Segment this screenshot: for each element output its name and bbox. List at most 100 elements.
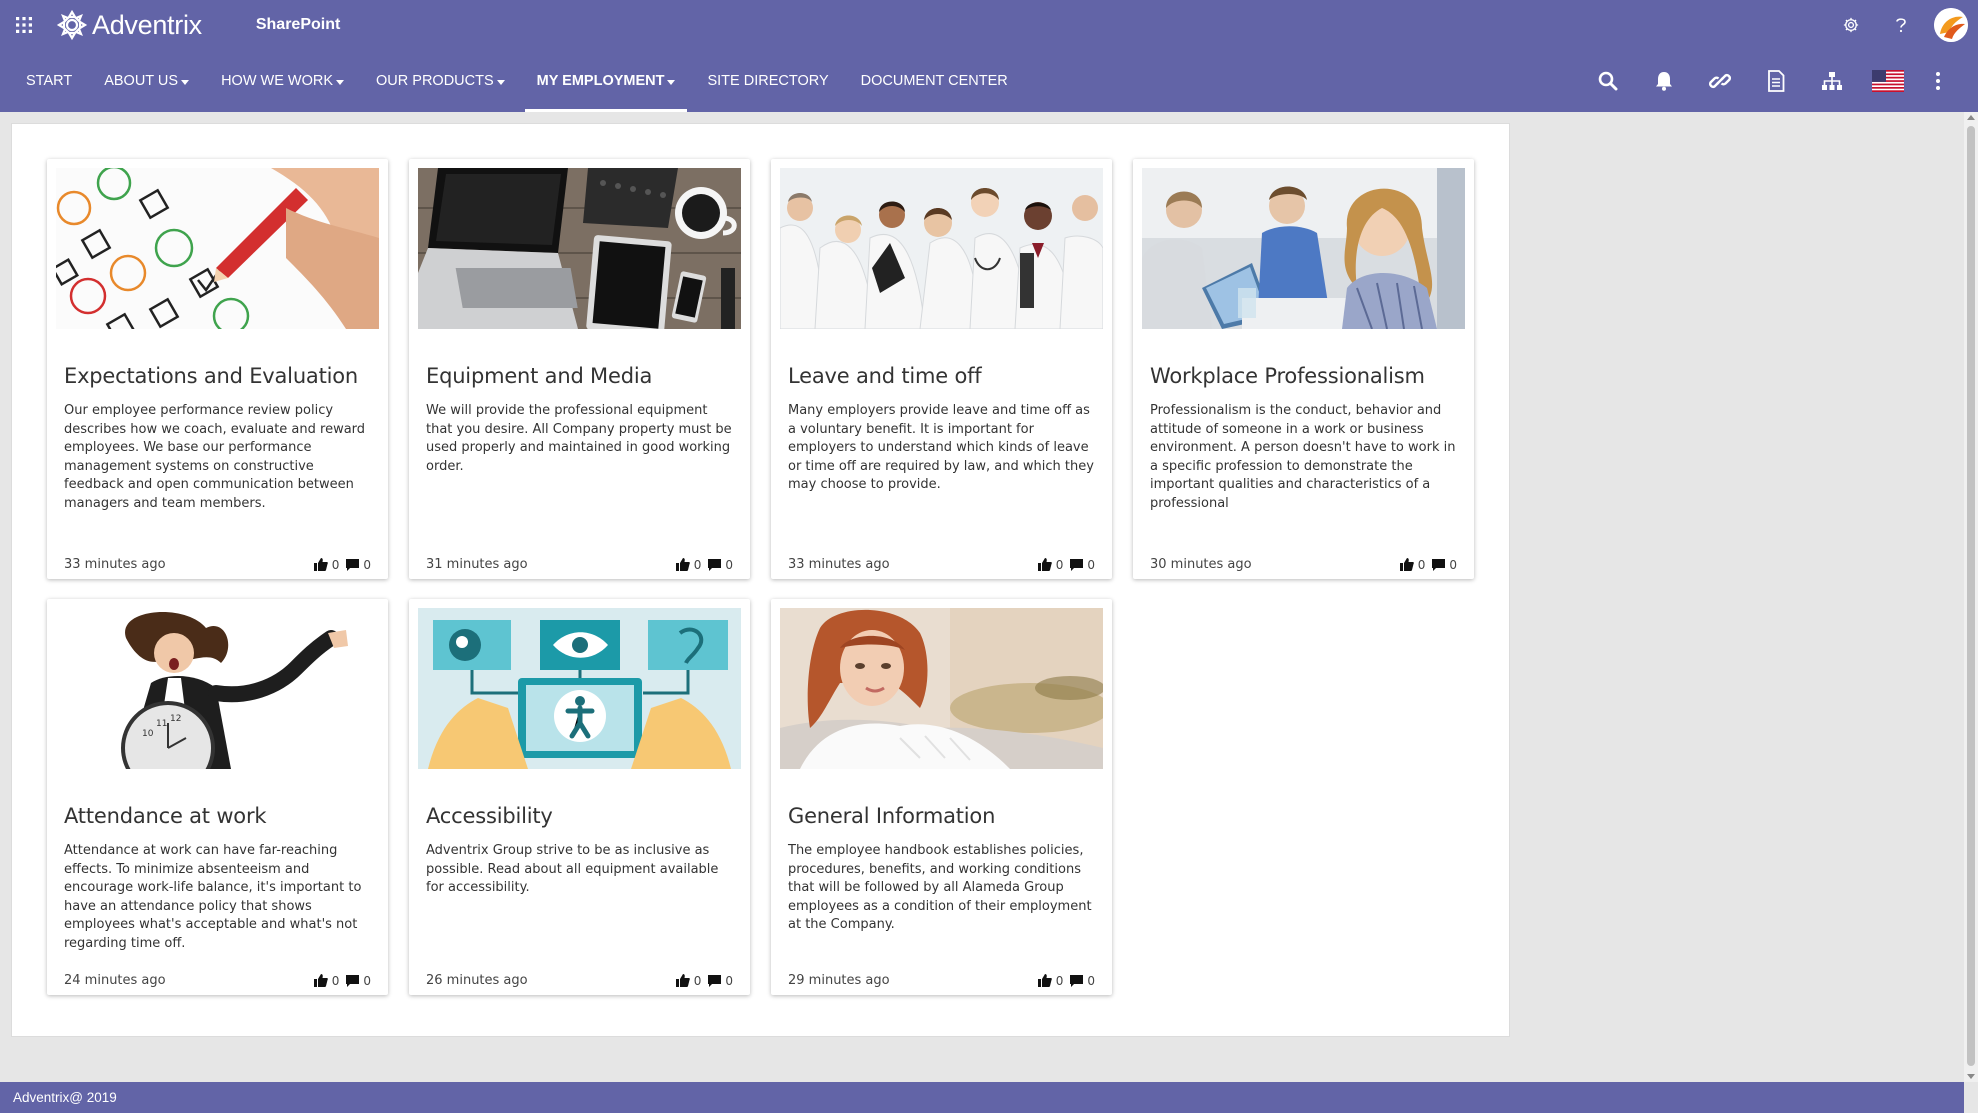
woman-portrait-image xyxy=(780,608,1103,769)
card-description: The employee handbook establishes polici… xyxy=(788,843,1092,933)
card-title[interactable]: Accessibility xyxy=(426,804,553,828)
card-stats: 0 0 xyxy=(1399,557,1457,572)
link-icon[interactable] xyxy=(1692,50,1748,112)
nav-item-label: OUR PRODUCTS xyxy=(376,73,494,89)
comment-count: 0 xyxy=(725,973,733,988)
medical-staff-group-image xyxy=(780,168,1103,329)
card-description: We will provide the professional equipme… xyxy=(426,403,732,474)
suite-title[interactable]: SharePoint xyxy=(256,16,340,34)
card-stats: 0 0 xyxy=(313,973,371,988)
like-icon[interactable] xyxy=(675,558,690,571)
page-footer: Adventrix@ 2019 xyxy=(0,1082,1964,1113)
nav-item-label: START xyxy=(26,73,73,89)
article-card[interactable]: General Information The employee handboo… xyxy=(771,599,1112,995)
comment-count: 0 xyxy=(1087,557,1095,572)
bell-icon[interactable] xyxy=(1636,50,1692,112)
article-card[interactable]: Accessibility Adventrix Group strive to … xyxy=(409,599,750,995)
card-title[interactable]: Leave and time off xyxy=(788,364,982,388)
card-stats: 0 0 xyxy=(1037,973,1095,988)
comment-icon[interactable] xyxy=(346,974,360,987)
card-description: Attendance at work can have far-reaching… xyxy=(64,843,362,951)
like-count: 0 xyxy=(331,973,340,988)
brand-logo-text: Adventrix xyxy=(92,9,202,40)
nav-item-our-products[interactable]: OUR PRODUCTS xyxy=(364,50,517,112)
card-title[interactable]: Attendance at work xyxy=(64,804,267,828)
card-footer: 24 minutes ago 0 0 xyxy=(64,973,371,988)
scrollbar-thumb[interactable] xyxy=(1967,126,1975,1066)
nav-item-my-employment[interactable]: MY EMPLOYMENT xyxy=(524,50,688,112)
settings-icon[interactable] xyxy=(1826,0,1876,50)
article-card[interactable]: Leave and time off Many employers provid… xyxy=(771,159,1112,579)
nav-item-site-directory[interactable]: SITE DIRECTORY xyxy=(695,50,840,112)
card-timestamp: 33 minutes ago xyxy=(788,557,890,572)
like-icon[interactable] xyxy=(1399,558,1414,571)
card-footer: 33 minutes ago 0 0 xyxy=(788,557,1095,572)
like-icon[interactable] xyxy=(1037,974,1052,987)
card-stats: 0 0 xyxy=(675,557,733,572)
vertical-scrollbar[interactable] xyxy=(1964,112,1978,1082)
card-timestamp: 31 minutes ago xyxy=(426,557,528,572)
card-stats: 0 0 xyxy=(675,973,733,988)
comment-count: 0 xyxy=(725,557,733,572)
document-icon[interactable] xyxy=(1748,50,1804,112)
card-title[interactable]: Expectations and Evaluation xyxy=(64,364,358,388)
card-footer: 31 minutes ago 0 0 xyxy=(426,557,733,572)
like-count: 0 xyxy=(693,973,702,988)
like-icon[interactable] xyxy=(313,558,328,571)
caret-down-icon xyxy=(181,79,190,85)
card-footer: 29 minutes ago 0 0 xyxy=(788,973,1095,988)
comment-count: 0 xyxy=(363,557,371,572)
card-footer: 26 minutes ago 0 0 xyxy=(426,973,733,988)
like-icon[interactable] xyxy=(1037,558,1052,571)
card-stats: 0 0 xyxy=(1037,557,1095,572)
comment-icon[interactable] xyxy=(346,558,360,571)
article-card[interactable]: Expectations and Evaluation Our employee… xyxy=(47,159,388,579)
avatar[interactable] xyxy=(1934,8,1968,42)
comment-icon[interactable] xyxy=(1070,974,1084,987)
nav-item-start[interactable]: START xyxy=(14,50,84,112)
comment-icon[interactable] xyxy=(708,974,722,987)
sitemap-icon[interactable] xyxy=(1804,50,1860,112)
article-card[interactable]: Workplace Professionalism Professionalis… xyxy=(1133,159,1474,579)
nav-item-how-we-work[interactable]: HOW WE WORK xyxy=(209,50,356,112)
comment-icon[interactable] xyxy=(1070,558,1084,571)
nav-item-document-center[interactable]: DOCUMENT CENTER xyxy=(849,50,1020,112)
comment-icon[interactable] xyxy=(1432,558,1446,571)
like-count: 0 xyxy=(1055,973,1064,988)
like-icon[interactable] xyxy=(313,974,328,987)
more-vertical-icon[interactable] xyxy=(1916,50,1960,112)
like-icon[interactable] xyxy=(675,974,690,987)
svg-text:10: 10 xyxy=(142,729,154,739)
card-timestamp: 30 minutes ago xyxy=(1150,557,1252,572)
svg-text:11: 11 xyxy=(156,719,167,729)
comment-count: 0 xyxy=(363,973,371,988)
scroll-up-arrow-icon[interactable] xyxy=(1967,115,1975,120)
nav-item-label: MY EMPLOYMENT xyxy=(536,73,665,89)
brand-logo[interactable]: Adventrix xyxy=(56,9,202,41)
scroll-down-arrow-icon[interactable] xyxy=(1967,1074,1975,1079)
evaluation-checklist-image xyxy=(56,168,379,329)
us-flag-icon[interactable] xyxy=(1860,50,1916,112)
card-title[interactable]: General Information xyxy=(788,804,995,828)
comment-count: 0 xyxy=(1449,557,1457,572)
caret-down-icon xyxy=(336,79,345,85)
search-icon[interactable] xyxy=(1580,50,1636,112)
card-timestamp: 24 minutes ago xyxy=(64,973,166,988)
card-timestamp: 33 minutes ago xyxy=(64,557,166,572)
nav-item-label: DOCUMENT CENTER xyxy=(860,73,1008,89)
article-card[interactable]: 10 11 12 Attendance at work Attendance at … xyxy=(47,599,388,995)
card-footer: 30 minutes ago 0 0 xyxy=(1150,557,1457,572)
card-title[interactable]: Equipment and Media xyxy=(426,364,652,388)
like-count: 0 xyxy=(693,557,702,572)
svg-text:12: 12 xyxy=(170,714,181,724)
comment-icon[interactable] xyxy=(708,558,722,571)
nav-item-about-us[interactable]: ABOUT US xyxy=(92,50,201,112)
help-icon[interactable] xyxy=(1876,0,1926,50)
office-workers-image xyxy=(1142,168,1465,329)
card-description: Professionalism is the conduct, behavior… xyxy=(1150,403,1456,511)
comment-count: 0 xyxy=(1087,973,1095,988)
suite-bar: Adventrix SharePoint xyxy=(0,0,1978,50)
card-title[interactable]: Workplace Professionalism xyxy=(1150,364,1425,388)
app-launcher-icon[interactable] xyxy=(0,0,48,50)
article-card[interactable]: Equipment and Media We will provide the … xyxy=(409,159,750,579)
